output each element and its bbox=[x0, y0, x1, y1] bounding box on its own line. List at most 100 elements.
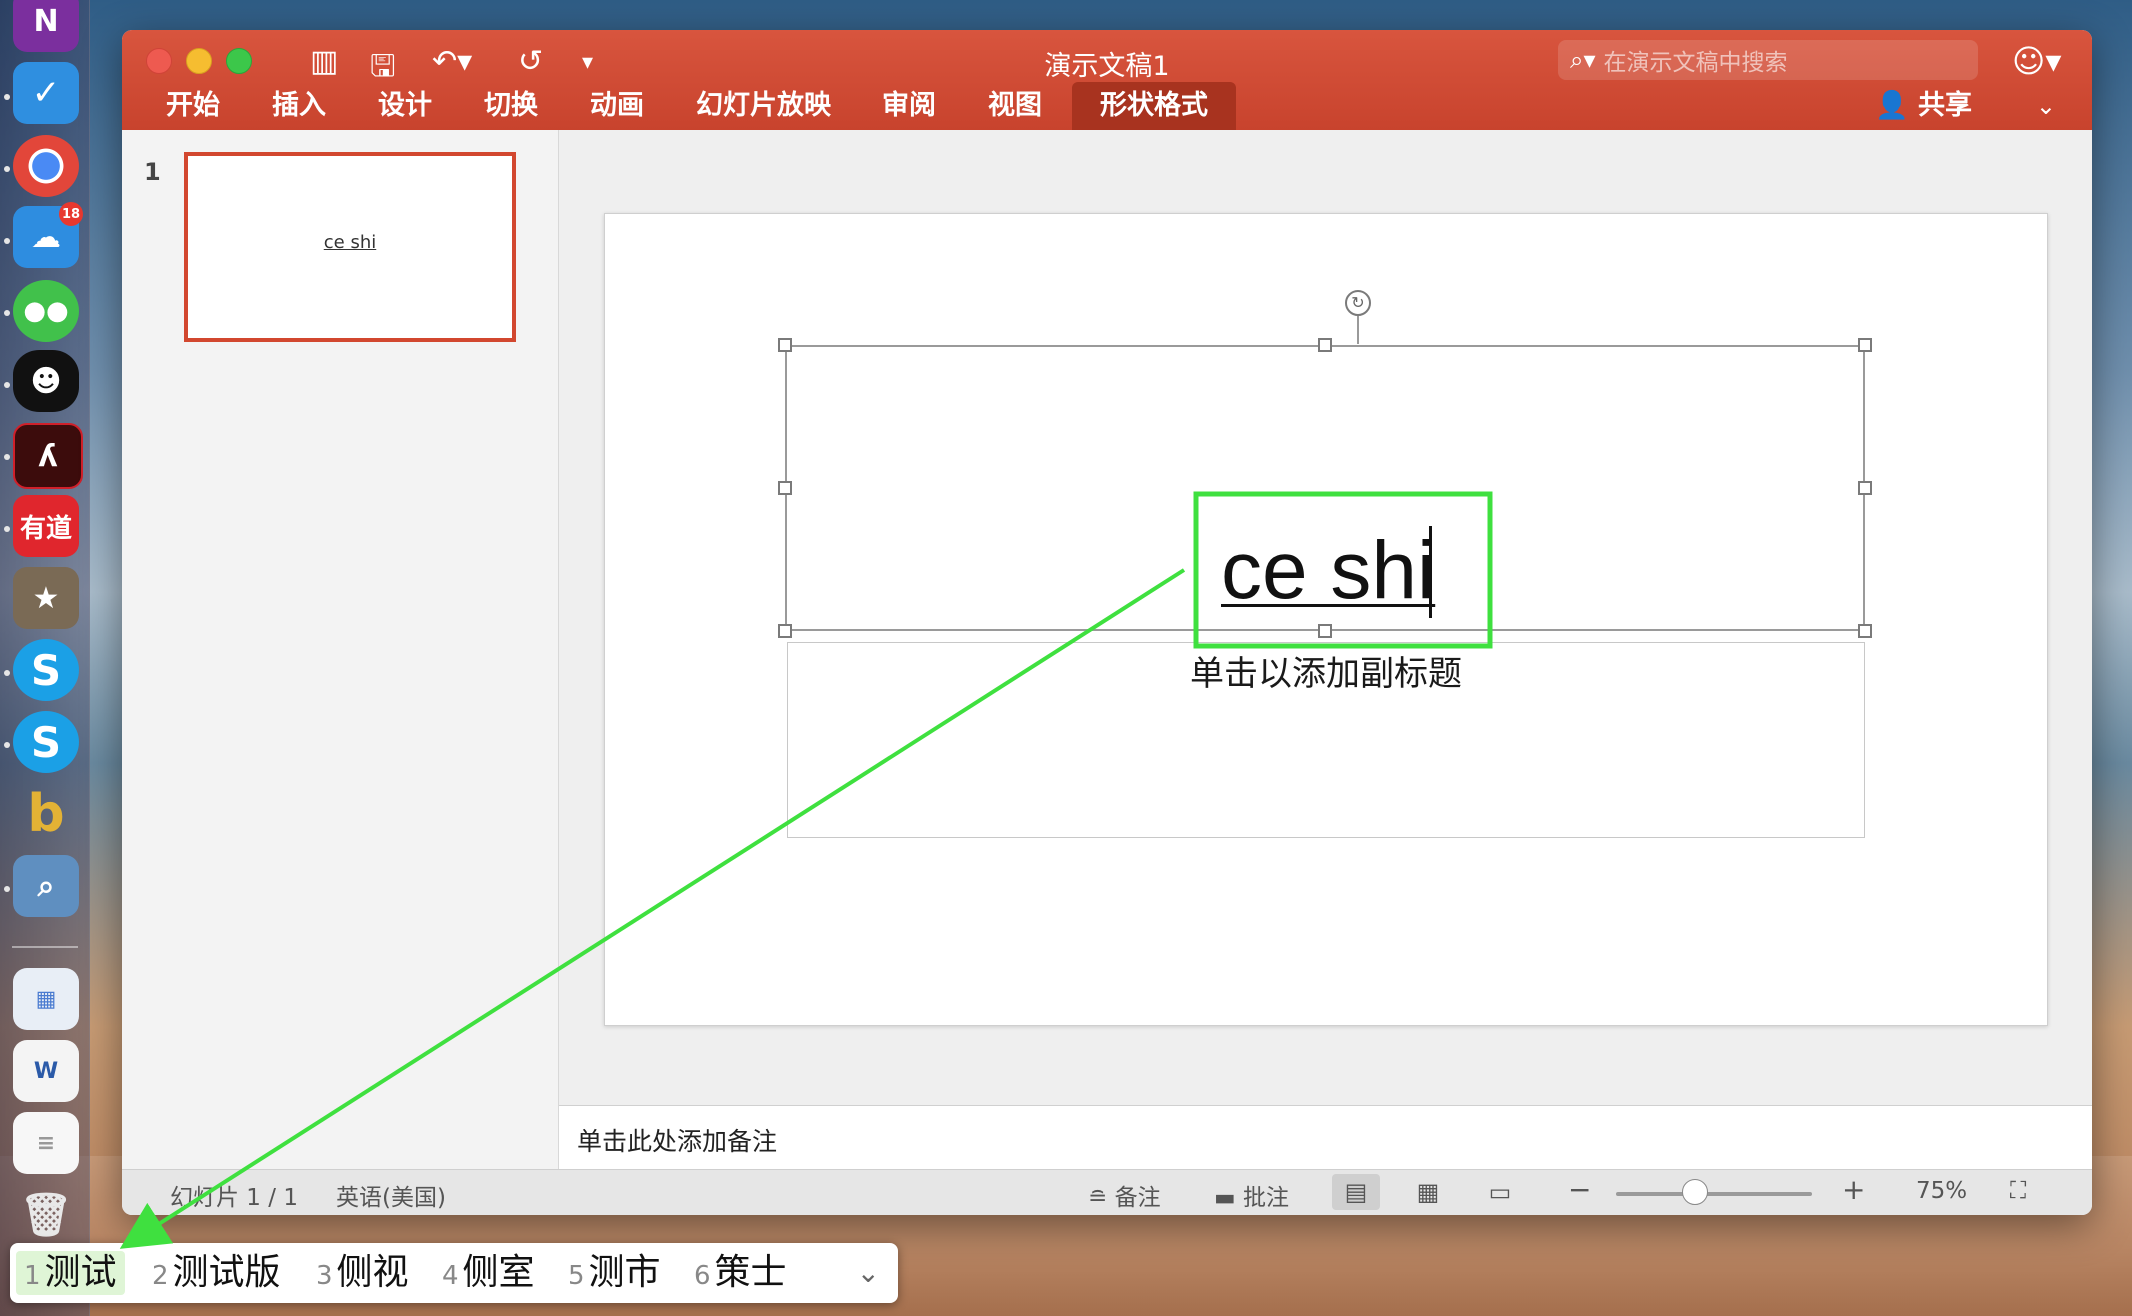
notes-label: 备注 bbox=[1114, 1185, 1161, 1211]
running-indicator bbox=[4, 310, 10, 316]
tab-design[interactable]: 设计 bbox=[378, 82, 432, 130]
skype-icon[interactable]: S bbox=[13, 639, 79, 701]
trash-icon[interactable]: 🗑 bbox=[13, 1184, 79, 1246]
notification-badge: 18 bbox=[59, 202, 83, 226]
add-person-icon: 👤 bbox=[1874, 90, 1909, 121]
ime-candidate[interactable]: 4 侧室 bbox=[434, 1251, 543, 1295]
dock: N ✓ ☁ 18 ●● ☻ ʎ 有道 ★ S S b ⌕ ▦ W ≡ 🗑 bbox=[0, 0, 90, 1316]
resize-handle-bottom[interactable] bbox=[1318, 624, 1332, 638]
running-indicator bbox=[4, 526, 10, 532]
zoom-percentage[interactable]: 75% bbox=[1916, 1178, 1967, 1204]
running-indicator bbox=[4, 382, 10, 388]
tab-view[interactable]: 视图 bbox=[988, 82, 1042, 130]
candidate-text: 策士 bbox=[714, 1252, 787, 1293]
tab-review[interactable]: 审阅 bbox=[882, 82, 936, 130]
candidate-number: 5 bbox=[568, 1261, 585, 1291]
share-label: 共享 bbox=[1918, 90, 1972, 121]
subtitle-placeholder-text[interactable]: 单击以添加副标题 bbox=[605, 646, 2047, 695]
search-placeholder: 在演示文稿中搜索 bbox=[1603, 50, 1788, 76]
resize-handle-bottom-right[interactable] bbox=[1858, 624, 1872, 638]
candidate-number: 2 bbox=[152, 1261, 169, 1291]
share-button[interactable]: 👤 共享 bbox=[1875, 82, 1972, 130]
todo-icon[interactable]: ✓ bbox=[13, 62, 79, 124]
ime-candidate[interactable]: 3 侧视 bbox=[308, 1251, 417, 1295]
candidate-text: 测试版 bbox=[172, 1252, 281, 1293]
preview-icon[interactable]: ⌕ bbox=[13, 855, 79, 917]
fit-to-window-icon[interactable]: ⛶ bbox=[2010, 1178, 2026, 1204]
tab-shape-format[interactable]: 形状格式 bbox=[1072, 82, 1236, 130]
weather-icon[interactable]: ☁ 18 bbox=[13, 202, 83, 268]
youdao-icon[interactable]: 有道 bbox=[13, 495, 79, 557]
rotate-handle-icon[interactable]: ↻ bbox=[1345, 290, 1371, 316]
tab-animations[interactable]: 动画 bbox=[590, 82, 644, 130]
resize-handle-right[interactable] bbox=[1858, 481, 1872, 495]
title-bar: ▥ 🖫 ↶▾ ↺ ▾ 演示文稿1 ⌕▾ 在演示文稿中搜索 ☺▾ 开始 插入 设计… bbox=[122, 30, 2092, 130]
tab-transitions[interactable]: 切换 bbox=[484, 82, 538, 130]
slide-counter: 幻灯片 1 / 1 bbox=[170, 1185, 298, 1211]
running-indicator bbox=[4, 886, 10, 892]
resize-handle-top-left[interactable] bbox=[778, 338, 792, 352]
document-icon[interactable]: ≡ bbox=[13, 1112, 79, 1174]
comments-toggle[interactable]: ▬ 批注 bbox=[1214, 1178, 1289, 1212]
notes-toggle[interactable]: ≘ 备注 bbox=[1088, 1178, 1161, 1212]
tab-insert[interactable]: 插入 bbox=[272, 82, 326, 130]
powerpoint-window: ▥ 🖫 ↶▾ ↺ ▾ 演示文稿1 ⌕▾ 在演示文稿中搜索 ☺▾ 开始 插入 设计… bbox=[122, 30, 2092, 1215]
comment-icon: ▬ bbox=[1214, 1185, 1236, 1211]
bearychat-icon[interactable]: b bbox=[13, 783, 79, 845]
notes-icon: ≘ bbox=[1088, 1185, 1108, 1211]
candidate-text: 测试 bbox=[44, 1252, 117, 1293]
onenote-icon[interactable]: N bbox=[13, 0, 79, 52]
slide-sorter-button[interactable]: ▦ bbox=[1404, 1174, 1452, 1210]
candidate-text: 测市 bbox=[588, 1252, 661, 1293]
running-indicator bbox=[4, 670, 10, 676]
reading-view-button[interactable]: ▭ bbox=[1476, 1174, 1524, 1210]
running-indicator bbox=[4, 166, 10, 172]
search-icon: ⌕▾ bbox=[1570, 46, 1596, 74]
ime-candidate[interactable]: 2 测试版 bbox=[144, 1251, 289, 1295]
zoom-slider-knob[interactable] bbox=[1682, 1179, 1708, 1205]
expand-candidates-icon[interactable]: ⌄ bbox=[857, 1251, 880, 1295]
zoom-slider[interactable] bbox=[1616, 1192, 1812, 1196]
rotate-handle-line bbox=[1357, 316, 1359, 344]
comments-label: 批注 bbox=[1243, 1185, 1290, 1211]
candidate-text: 侧室 bbox=[462, 1252, 535, 1293]
acrobat-icon[interactable]: ʎ bbox=[13, 423, 83, 489]
slide-title-text[interactable]: ce shi bbox=[1221, 524, 1435, 618]
slide-thumbnail[interactable]: ce shi bbox=[184, 152, 516, 342]
running-indicator bbox=[4, 94, 10, 100]
resize-handle-left[interactable] bbox=[778, 481, 792, 495]
feedback-smiley-icon[interactable]: ☺▾ bbox=[2012, 42, 2061, 80]
normal-view-button[interactable]: ▤ bbox=[1332, 1174, 1380, 1210]
running-indicator bbox=[4, 742, 10, 748]
notes-placeholder[interactable]: 单击此处添加备注 bbox=[577, 1122, 777, 1158]
candidate-number: 1 bbox=[24, 1261, 41, 1291]
resize-handle-bottom-left[interactable] bbox=[778, 624, 792, 638]
search-input[interactable]: ⌕▾ 在演示文稿中搜索 bbox=[1558, 40, 1978, 80]
resize-handle-top-right[interactable] bbox=[1858, 338, 1872, 352]
status-bar: 幻灯片 1 / 1 英语(美国) ≘ 备注 ▬ 批注 ▤ ▦ ▭ − + 75%… bbox=[122, 1169, 2092, 1215]
word-document-icon[interactable]: W bbox=[13, 1040, 79, 1102]
slide-canvas[interactable]: ↻ ce shi 单击以添加副标题 bbox=[604, 213, 2048, 1026]
skype-business-icon[interactable]: S bbox=[13, 711, 79, 773]
tab-slideshow[interactable]: 幻灯片放映 bbox=[696, 82, 831, 130]
archive-icon[interactable]: ★ bbox=[13, 567, 79, 629]
wechat-icon[interactable]: ●● bbox=[13, 280, 79, 342]
collapse-ribbon-icon[interactable]: ⌄ bbox=[2036, 82, 2056, 130]
chrome-icon[interactable] bbox=[13, 135, 79, 197]
candidate-number: 3 bbox=[316, 1261, 333, 1291]
ime-candidate[interactable]: 5 测市 bbox=[560, 1251, 669, 1295]
ime-candidate[interactable]: 1 测试 bbox=[16, 1251, 125, 1295]
ribbon-tabs: 开始 插入 设计 切换 动画 幻灯片放映 审阅 视图 形状格式 bbox=[122, 82, 2092, 130]
language-indicator[interactable]: 英语(美国) bbox=[336, 1178, 446, 1212]
running-indicator bbox=[4, 238, 10, 244]
slide-editor: ↻ ce shi 单击以添加副标题 bbox=[559, 130, 2092, 1105]
zoom-out-button[interactable]: − bbox=[1568, 1173, 1591, 1206]
recent-window-icon[interactable]: ▦ bbox=[13, 968, 79, 1030]
candidate-number: 6 bbox=[694, 1261, 711, 1291]
ime-candidate[interactable]: 6 策士 bbox=[686, 1251, 795, 1295]
tab-home[interactable]: 开始 bbox=[166, 82, 220, 130]
zoom-in-button[interactable]: + bbox=[1842, 1173, 1865, 1206]
notes-pane[interactable]: 单击此处添加备注 bbox=[559, 1105, 2092, 1170]
resize-handle-top[interactable] bbox=[1318, 338, 1332, 352]
qq-icon[interactable]: ☻ bbox=[13, 350, 79, 412]
